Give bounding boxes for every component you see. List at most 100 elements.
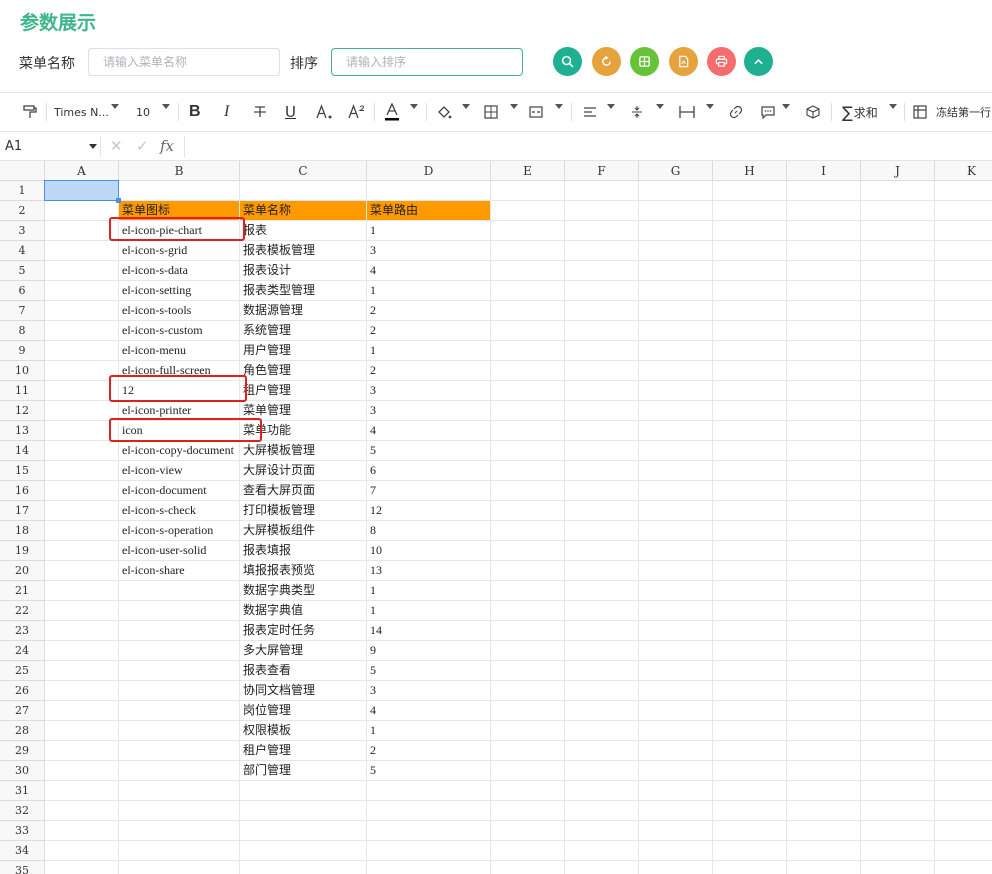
grid-cell[interactable] [45,581,119,601]
grid-cell[interactable] [565,661,639,681]
grid-cell[interactable] [565,221,639,241]
strikethrough-button[interactable] [252,93,268,131]
grid-cell[interactable] [367,181,491,201]
font-color-button[interactable] [384,93,400,131]
grid-cell[interactable] [491,581,565,601]
row-header[interactable]: 4 [0,241,45,261]
data-cell[interactable] [240,801,367,821]
grid-cell[interactable] [491,401,565,421]
grid-cell[interactable] [787,601,861,621]
grid-cell[interactable] [639,801,713,821]
grid-cell[interactable] [861,741,935,761]
grid-cell[interactable] [45,601,119,621]
grid-cell[interactable] [861,581,935,601]
grid-cell[interactable] [935,681,992,701]
data-cell[interactable]: 4 [367,261,491,281]
grid-cell[interactable] [639,221,713,241]
data-cell[interactable]: 2 [367,741,491,761]
grid-cell[interactable] [861,321,935,341]
row-header[interactable]: 33 [0,821,45,841]
data-cell[interactable]: 系统管理 [240,321,367,341]
grid-cell[interactable] [45,841,119,861]
grid-cell[interactable] [565,541,639,561]
column-header[interactable]: C [240,161,367,181]
grid-cell[interactable] [639,341,713,361]
grid-cell[interactable] [639,541,713,561]
column-header[interactable]: J [861,161,935,181]
grid-cell[interactable] [713,781,787,801]
grid-cell[interactable] [861,701,935,721]
grid-cell[interactable] [787,761,861,781]
data-cell[interactable]: 报表填报 [240,541,367,561]
data-cell[interactable]: el-icon-setting [119,281,240,301]
sort-input[interactable]: 请输入排序 [331,48,523,76]
row-header[interactable]: 6 [0,281,45,301]
grid-cell[interactable] [787,861,861,874]
data-cell[interactable]: 菜单管理 [240,401,367,421]
data-cell[interactable]: 填报报表预览 [240,561,367,581]
row-header[interactable]: 22 [0,601,45,621]
grid-cell[interactable] [45,781,119,801]
data-cell[interactable] [119,701,240,721]
grid-cell[interactable] [787,561,861,581]
grid-cell[interactable] [787,501,861,521]
vertical-align-button[interactable] [630,93,644,131]
grid-cell[interactable] [861,201,935,221]
grid-cell[interactable] [935,861,992,874]
grid-cell[interactable] [45,261,119,281]
grid-cell[interactable] [713,661,787,681]
grid-cell[interactable] [713,181,787,201]
grid-cell[interactable] [861,261,935,281]
data-cell[interactable] [119,721,240,741]
function-icon[interactable]: fx [160,137,174,155]
grid-cell[interactable] [713,701,787,721]
grid-cell[interactable] [639,521,713,541]
grid-cell[interactable] [861,421,935,441]
horizontal-align-button[interactable] [582,93,598,131]
underline-button[interactable]: U [285,93,296,131]
grid-cell[interactable] [639,321,713,341]
grid-cell[interactable] [861,781,935,801]
data-cell[interactable]: 12 [119,381,240,401]
grid-cell[interactable] [713,281,787,301]
column-header[interactable]: H [713,161,787,181]
row-header[interactable]: 9 [0,341,45,361]
grid-cell[interactable] [935,721,992,741]
grid-cell[interactable] [639,301,713,321]
grid-cell[interactable] [861,821,935,841]
grid-cell[interactable] [565,521,639,541]
grid-cell[interactable] [787,301,861,321]
grid-cell[interactable] [491,741,565,761]
data-cell[interactable]: 2 [367,321,491,341]
row-header[interactable]: 26 [0,681,45,701]
data-cell[interactable]: 9 [367,641,491,661]
grid-cell[interactable] [787,261,861,281]
data-cell[interactable] [119,761,240,781]
data-cell[interactable]: 1 [367,721,491,741]
data-cell[interactable] [119,601,240,621]
grid-cell[interactable] [713,481,787,501]
grid-cell[interactable] [240,181,367,201]
data-cell[interactable]: 权限模板 [240,721,367,741]
column-header[interactable]: G [639,161,713,181]
row-header[interactable]: 18 [0,521,45,541]
grid-cell[interactable] [861,541,935,561]
row-header[interactable]: 14 [0,441,45,461]
grid-cell[interactable] [713,721,787,741]
grid-cell[interactable] [861,521,935,541]
header-cell[interactable]: 菜单图标 [119,201,240,221]
grid-cell[interactable] [861,641,935,661]
row-header[interactable]: 24 [0,641,45,661]
grid-cell[interactable] [787,421,861,441]
grid-cell[interactable] [861,461,935,481]
data-cell[interactable] [119,841,240,861]
grid-cell[interactable] [639,721,713,741]
freeze-first-row-button[interactable]: 冻结第一行 [912,93,991,131]
data-cell[interactable] [367,801,491,821]
grid-cell[interactable] [491,381,565,401]
data-cell[interactable]: 租户管理 [240,741,367,761]
grid-cell[interactable] [565,641,639,661]
grid-cell[interactable] [935,301,992,321]
grid-cell[interactable] [565,301,639,321]
grid-cell[interactable] [787,821,861,841]
